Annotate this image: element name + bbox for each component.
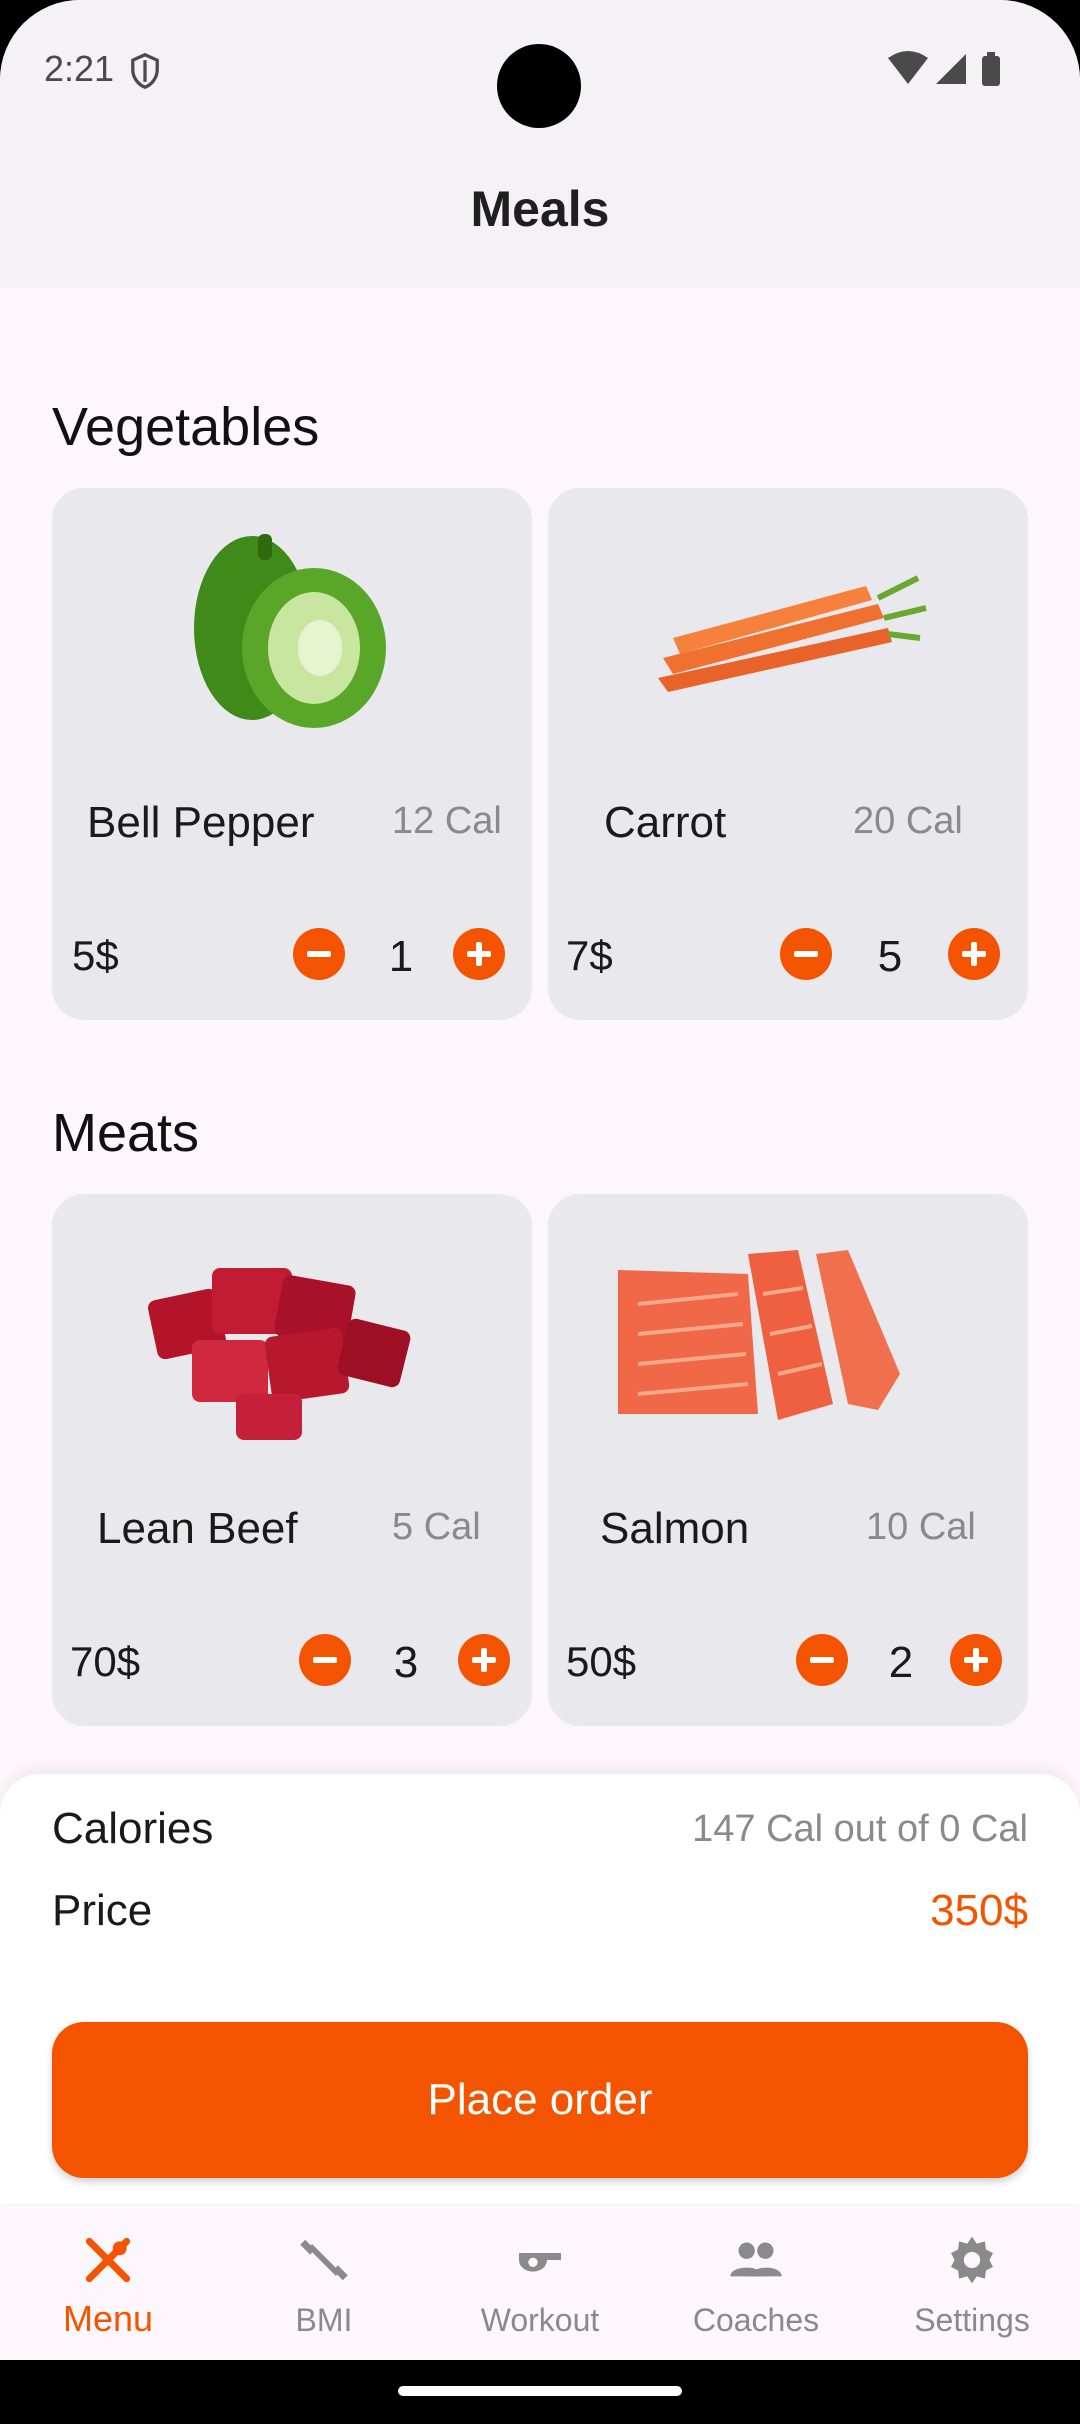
minus-icon — [307, 951, 331, 957]
bottom-nav: Menu BMI Workout Coaches Settings — [0, 2206, 1080, 2360]
increment-button[interactable] — [950, 1634, 1002, 1686]
phone-screen: 2:21 Meals Vegetables Bell Pepper 12 Cal… — [0, 0, 1080, 2360]
shield-icon — [131, 52, 159, 90]
meal-card-salmon: Salmon 10 Cal 50$ 2 — [548, 1194, 1028, 1726]
plus-icon — [467, 942, 491, 966]
page-title: Meals — [470, 181, 610, 237]
wifi-icon — [888, 51, 928, 84]
nav-item-workout[interactable]: Workout — [432, 2206, 648, 2360]
minus-icon — [794, 951, 818, 957]
bell-pepper-image — [194, 534, 386, 728]
plus-icon — [962, 942, 986, 966]
nav-label-bmi: BMI — [295, 2302, 353, 2338]
nav-label-settings: Settings — [914, 2302, 1030, 2338]
minus-icon — [313, 1657, 337, 1663]
calories-label: Calories — [52, 1804, 214, 1853]
decrement-button[interactable] — [796, 1634, 848, 1686]
meal-name: Carrot — [604, 798, 727, 847]
place-order-button[interactable]: Place order — [52, 2022, 1028, 2178]
price-label: Price — [52, 1886, 153, 1935]
minus-icon — [810, 1657, 834, 1663]
section-title-meats: Meats — [52, 1103, 200, 1163]
meal-calories: 5 Cal — [392, 1506, 481, 1548]
meal-card-carrot: Carrot 20 Cal 7$ 5 — [548, 488, 1028, 1020]
nav-label-coaches: Coaches — [692, 2302, 820, 2338]
status-icons — [888, 51, 1000, 86]
fork-spoon-icon — [85, 2237, 131, 2283]
meal-price: 50$ — [566, 1638, 637, 1685]
dumbbell-icon — [300, 2239, 348, 2281]
plus-icon — [964, 1648, 988, 1672]
increment-button[interactable] — [453, 928, 505, 980]
app-bar: 2:21 Meals — [0, 0, 1080, 288]
decrement-button[interactable] — [293, 928, 345, 980]
increment-button[interactable] — [948, 928, 1000, 980]
calories-value: 147 Cal out of 0 Cal — [692, 1808, 1028, 1850]
meal-name: Bell Pepper — [87, 798, 315, 847]
meal-card-bell-pepper: Bell Pepper 12 Cal 5$ 1 — [52, 488, 532, 1020]
decrement-button[interactable] — [780, 928, 832, 980]
salmon-image — [618, 1250, 900, 1420]
meal-name: Salmon — [600, 1504, 750, 1553]
nav-item-bmi[interactable]: BMI — [216, 2206, 432, 2360]
battery-icon — [982, 56, 1000, 86]
meal-calories: 12 Cal — [392, 800, 502, 842]
increment-button[interactable] — [458, 1634, 510, 1686]
quantity-value: 5 — [877, 932, 903, 981]
gear-icon — [951, 2236, 993, 2284]
people-icon — [730, 2242, 782, 2277]
meal-price: 7$ — [566, 932, 613, 979]
section-title-vegetables: Vegetables — [52, 397, 320, 457]
nav-label-workout: Workout — [480, 2302, 600, 2338]
beef-image — [148, 1268, 411, 1440]
quantity-value: 2 — [888, 1638, 914, 1687]
price-value: 350$ — [930, 1886, 1028, 1935]
meal-price: 5$ — [72, 932, 119, 979]
nav-label-menu: Menu — [62, 2298, 154, 2339]
meal-name: Lean Beef — [97, 1504, 298, 1553]
quantity-value: 3 — [393, 1638, 419, 1687]
signal-icon — [936, 54, 966, 84]
home-indicator[interactable] — [398, 2386, 682, 2396]
nav-item-menu[interactable]: Menu — [0, 2206, 216, 2360]
meal-price: 70$ — [70, 1638, 141, 1685]
camera-cutout — [497, 44, 581, 128]
status-time: 2:21 — [44, 48, 115, 89]
carrot-image — [658, 575, 927, 692]
meal-card-lean-beef: Lean Beef 5 Cal 70$ 3 — [52, 1194, 532, 1726]
nav-item-settings[interactable]: Settings — [864, 2206, 1080, 2360]
whistle-icon — [519, 2253, 561, 2272]
nav-item-coaches[interactable]: Coaches — [648, 2206, 864, 2360]
quantity-value: 1 — [388, 932, 414, 981]
meal-calories: 20 Cal — [853, 800, 963, 842]
plus-icon — [472, 1648, 496, 1672]
decrement-button[interactable] — [299, 1634, 351, 1686]
order-summary: Calories 147 Cal out of 0 Cal Price 350$… — [0, 1774, 1080, 2204]
meal-calories: 10 Cal — [866, 1506, 976, 1548]
